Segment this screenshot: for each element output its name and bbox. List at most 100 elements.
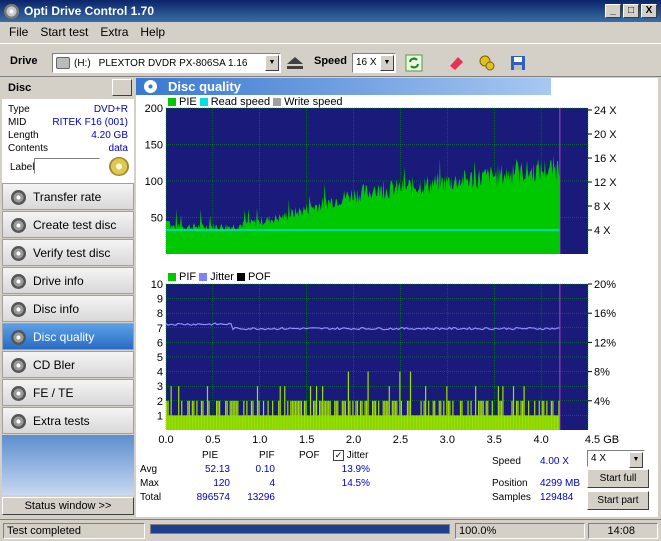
pif-bar: [470, 400, 472, 430]
nav-drive-info[interactable]: Drive info: [2, 267, 134, 294]
pif-bar: [488, 415, 490, 430]
pif-bar: [497, 386, 499, 430]
pif-bar: [262, 400, 265, 430]
disc-panel-toggle[interactable]: [112, 79, 132, 96]
y-tick-label: 4: [157, 367, 163, 379]
position-value: 4299 MB: [540, 478, 581, 489]
menu-help[interactable]: Help: [134, 25, 171, 39]
pif-bar: [365, 400, 368, 430]
pif-chart: 0.0 0.5 1.0 1.5 2.0 2.5 3.0 3.5 4.0 4.5 GB 10 9 8 7 6 5…: [151, 279, 619, 446]
pif-bar: [325, 400, 327, 430]
pif-bar: [517, 400, 519, 430]
pif-bar: [278, 400, 280, 430]
pif-bar: [409, 371, 412, 430]
speed-select[interactable]: 16 X ▼: [352, 53, 396, 73]
nav-extra-tests[interactable]: Extra tests: [2, 407, 134, 434]
menu-extra[interactable]: Extra: [94, 25, 134, 39]
erase-button[interactable]: [444, 51, 468, 74]
nav-disc-info[interactable]: Disc info: [2, 295, 134, 322]
pif-bar: [373, 400, 375, 430]
pif-bar: [240, 415, 242, 430]
pif-bar: [494, 415, 496, 430]
start-full-button[interactable]: Start full: [587, 469, 649, 488]
nav-cd-bler[interactable]: CD Bler: [2, 351, 134, 378]
pif-bar: [290, 400, 292, 430]
eject-button[interactable]: [283, 51, 307, 74]
pif-bar: [265, 415, 268, 430]
y2-tick-label: 20%: [594, 279, 616, 291]
pif-bar: [191, 400, 193, 430]
pif-bar: [273, 415, 275, 430]
minimize-button[interactable]: _: [605, 4, 621, 18]
maximize-button[interactable]: □: [623, 4, 639, 18]
drive-label: Drive: [10, 55, 38, 67]
label-input[interactable]: [34, 158, 100, 174]
start-part-button[interactable]: Start part: [587, 491, 649, 510]
pif-bar: [496, 415, 498, 430]
close-button[interactable]: X: [641, 4, 657, 18]
y-tick-label: 1: [157, 410, 163, 422]
avg-pie: 52.13: [204, 464, 230, 475]
pif-bar: [447, 400, 449, 430]
pif-bar: [302, 415, 304, 430]
pif-bar: [443, 400, 445, 430]
pif-bar: [437, 415, 439, 430]
pif-bar: [291, 400, 293, 430]
pif-bar: [464, 415, 466, 430]
nav-disc-quality[interactable]: Disc quality: [2, 323, 134, 350]
pif-bar: [368, 415, 371, 430]
max-pif: 4: [269, 478, 275, 489]
pif-bar: [331, 415, 333, 430]
pif-bar: [515, 400, 518, 430]
chevron-down-icon: ▼: [265, 55, 279, 71]
chevron-down-icon: ▼: [629, 452, 643, 468]
nav-create-test-disc[interactable]: Create test disc: [2, 211, 134, 238]
pif-bar: [556, 415, 559, 430]
pif-bar: [400, 400, 403, 430]
pif-bar: [491, 400, 493, 430]
pif-bar: [458, 415, 460, 430]
pif-bar: [300, 400, 303, 430]
refresh-button[interactable]: [402, 51, 426, 74]
pif-bar: [356, 400, 359, 430]
menu-start-test[interactable]: Start test: [34, 25, 94, 39]
pif-bar: [473, 415, 475, 430]
pif-bar: [343, 400, 345, 430]
pif-bar: [219, 400, 221, 430]
pif-bar: [281, 415, 283, 430]
x-tick-label: 2.5: [393, 434, 408, 446]
total-pif: 13296: [247, 492, 275, 503]
y-tick-label: 3: [157, 381, 163, 393]
status-window-button[interactable]: Status window >>: [2, 497, 134, 515]
pif-bar: [361, 400, 363, 430]
pif-bar: [372, 400, 374, 430]
pif-bar: [238, 415, 240, 430]
jitter-checkbox[interactable]: ✓ Jitter: [333, 450, 368, 461]
settings-button[interactable]: [475, 51, 499, 74]
pif-bar: [341, 400, 343, 430]
drive-select[interactable]: (H:) PLEXTOR DVDR PX-806SA 1.16 ▼: [52, 53, 281, 73]
pif-bar: [270, 415, 272, 430]
label-disc-icon[interactable]: [109, 157, 129, 176]
y-tick-label: 10: [151, 279, 163, 291]
x-tick-label: 0.0: [158, 434, 173, 446]
pif-bar: [402, 415, 404, 430]
pif-bar: [428, 400, 430, 430]
disc-icon: [11, 190, 26, 205]
menu-file[interactable]: File: [3, 25, 34, 39]
nav-fe-te[interactable]: FE / TE: [2, 379, 134, 406]
pif-bar: [472, 415, 474, 430]
pif-bar: [521, 400, 524, 430]
pif-bar: [468, 415, 471, 430]
eject-icon: [287, 56, 303, 69]
pif-bar: [287, 400, 289, 430]
y-tick-label: 5: [157, 352, 163, 364]
pif-bar: [388, 386, 390, 430]
pif-bar: [385, 400, 387, 430]
pif-bar: [503, 415, 506, 430]
nav-verify-test-disc[interactable]: Verify test disc: [2, 239, 134, 266]
test-speed-select[interactable]: 4 X ▼: [587, 450, 645, 468]
save-button[interactable]: [506, 51, 530, 74]
pif-bar: [465, 415, 468, 430]
nav-transfer-rate[interactable]: Transfer rate: [2, 183, 134, 210]
